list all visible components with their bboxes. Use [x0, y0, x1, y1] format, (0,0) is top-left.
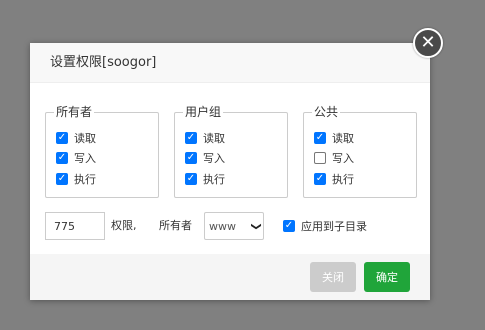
perm-row[interactable]: ✓ 写入: [56, 150, 96, 166]
perm-row[interactable]: ✓ 执行: [56, 171, 96, 187]
public-write-checkbox[interactable]: [314, 152, 326, 164]
perm-row[interactable]: 写入: [314, 150, 354, 166]
perm-label: 写入: [203, 152, 225, 165]
perm-label: 读取: [332, 132, 354, 145]
apply-subdirs-checkbox[interactable]: ✓: [283, 220, 295, 232]
group-write-checkbox[interactable]: ✓: [185, 152, 197, 164]
group-owner: 所有者 ✓ 读取 ✓ 写入 ✓ 执行: [45, 104, 159, 198]
group-public: 公共 ✓ 读取 写入 ✓ 执行: [303, 104, 417, 198]
owner-select[interactable]: www ❯: [204, 212, 264, 240]
permission-dialog: 设置权限[soogor] ✕ 所有者 ✓ 读取 ✓ 写入 ✓ 执行 用户组 ✓ …: [30, 28, 443, 300]
perm-row[interactable]: ✓ 读取: [56, 130, 96, 146]
owner-write-checkbox[interactable]: ✓: [56, 152, 68, 164]
apply-subdirs-row[interactable]: ✓ 应用到子目录: [283, 218, 367, 234]
perm-row[interactable]: ✓ 执行: [185, 171, 225, 187]
perm-label: 读取: [203, 132, 225, 145]
dialog-footer: 关闭 确定: [30, 254, 430, 300]
public-read-checkbox[interactable]: ✓: [314, 132, 326, 144]
perm-label: 读取: [74, 132, 96, 145]
close-button[interactable]: 关闭: [310, 262, 356, 292]
owner-read-checkbox[interactable]: ✓: [56, 132, 68, 144]
permission-value-input[interactable]: [45, 212, 105, 240]
owner-label: 所有者: [159, 219, 192, 232]
group-usergroup: 用户组 ✓ 读取 ✓ 写入 ✓ 执行: [174, 104, 288, 198]
owner-select-value: www: [209, 219, 236, 233]
group-exec-checkbox[interactable]: ✓: [185, 173, 197, 185]
perm-row[interactable]: ✓ 读取: [314, 130, 354, 146]
group-public-label: 公共: [312, 104, 341, 120]
perm-label: 执行: [74, 173, 96, 186]
group-read-checkbox[interactable]: ✓: [185, 132, 197, 144]
apply-subdirs-label: 应用到子目录: [301, 220, 367, 233]
owner-exec-checkbox[interactable]: ✓: [56, 173, 68, 185]
perm-row[interactable]: ✓ 读取: [185, 130, 225, 146]
close-icon[interactable]: ✕: [413, 28, 443, 58]
confirm-button[interactable]: 确定: [364, 262, 410, 292]
chevron-down-icon: ❯: [250, 221, 262, 231]
public-exec-checkbox[interactable]: ✓: [314, 173, 326, 185]
group-owner-label: 所有者: [54, 104, 95, 120]
group-usergroup-label: 用户组: [183, 104, 224, 120]
perm-label: 执行: [332, 173, 354, 186]
permission-label: 权限,: [111, 219, 137, 232]
perm-label: 写入: [332, 152, 354, 165]
perm-row[interactable]: ✓ 写入: [185, 150, 225, 166]
perm-label: 执行: [203, 173, 225, 186]
perm-label: 写入: [74, 152, 96, 165]
dialog-title: 设置权限[soogor]: [50, 55, 157, 70]
perm-row[interactable]: ✓ 执行: [314, 171, 354, 187]
